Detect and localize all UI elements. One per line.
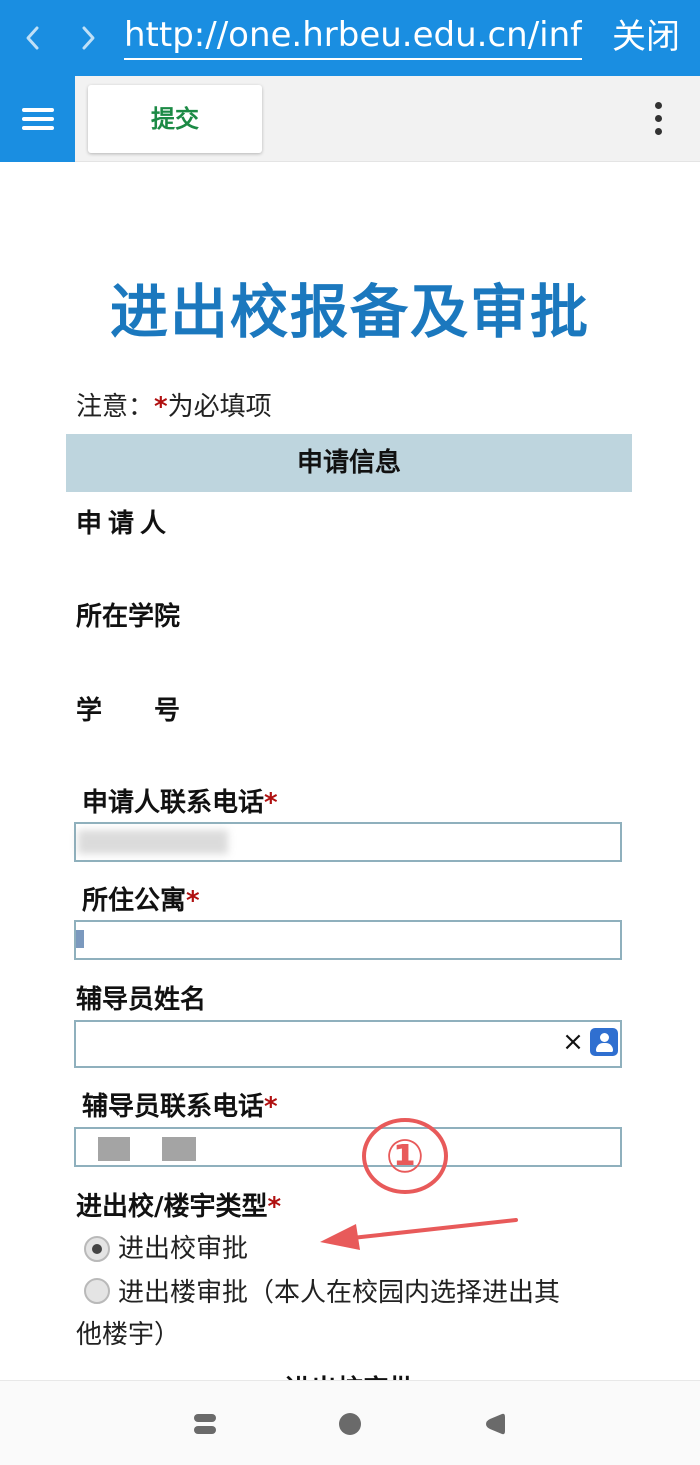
- redacted-text: [76, 930, 84, 948]
- close-button[interactable]: 关闭: [606, 10, 686, 64]
- form-toolbar: 提交: [0, 76, 700, 162]
- required-star: *: [264, 788, 278, 818]
- notice-prefix: 注意：: [76, 392, 155, 422]
- label-counselor-phone-text: 辅导员联系电话: [82, 1092, 265, 1122]
- option-building-entry-label-cont[interactable]: 他楼宇）: [76, 1314, 180, 1356]
- label-applicant-phone-text: 申请人联系电话: [82, 788, 265, 818]
- counselor-phone-field[interactable]: [74, 1127, 622, 1167]
- label-applicant-phone: 申请人联系电话*: [82, 786, 278, 820]
- forward-icon[interactable]: [73, 18, 103, 58]
- label-apartment-text: 所住公寓: [82, 886, 187, 916]
- system-nav-bar: [0, 1380, 700, 1465]
- label-entry-type-text: 进出校/楼宇类型: [76, 1192, 268, 1222]
- redacted-text: [98, 1137, 130, 1161]
- option-campus-entry-label[interactable]: 进出校审批: [118, 1228, 248, 1270]
- home-icon[interactable]: [339, 1413, 361, 1435]
- more-vertical-icon[interactable]: [640, 96, 676, 142]
- radio-building-entry[interactable]: [84, 1278, 110, 1304]
- label-counselor-name: 辅导员姓名: [76, 985, 207, 1015]
- label-college: 所在学院: [76, 602, 181, 632]
- redacted-text: [78, 830, 228, 854]
- label-apartment: 所住公寓*: [82, 884, 200, 918]
- hamburger-menu-icon[interactable]: [0, 76, 75, 162]
- url-address[interactable]: http://one.hrbeu.edu.cn/infoplus: [124, 10, 582, 60]
- submit-button[interactable]: 提交: [88, 85, 262, 153]
- redacted-text: [162, 1137, 196, 1161]
- required-star: *: [264, 1092, 278, 1122]
- recent-apps-icon[interactable]: [194, 1413, 216, 1435]
- annotation-arrow-icon: [320, 1218, 518, 1250]
- label-student-id: 学 号: [76, 696, 181, 726]
- required-star: *: [186, 886, 200, 916]
- notice-suffix: 为必填项: [167, 392, 272, 422]
- page-title: 进出校报备及审批: [109, 278, 590, 346]
- section-header-application-info: 申请信息: [66, 434, 632, 492]
- radio-campus-entry[interactable]: [84, 1236, 110, 1262]
- back-icon[interactable]: [18, 18, 48, 58]
- option-building-entry-label[interactable]: 进出楼审批（本人在校园内选择进出其: [118, 1272, 618, 1314]
- system-back-icon[interactable]: [484, 1413, 506, 1435]
- label-entry-type: 进出校/楼宇类型*: [76, 1190, 281, 1224]
- contact-picker-icon[interactable]: [590, 1028, 618, 1056]
- label-applicant: 申请人: [76, 509, 173, 539]
- applicant-phone-field[interactable]: [74, 822, 622, 862]
- label-counselor-phone: 辅导员联系电话*: [82, 1090, 278, 1124]
- required-notice: 注意：*为必填项: [76, 390, 272, 424]
- clear-icon[interactable]: ×: [562, 1025, 584, 1059]
- required-star: *: [267, 1192, 282, 1222]
- annotation-step-number: ①: [362, 1118, 448, 1194]
- browser-top-bar: http://one.hrbeu.edu.cn/infoplus 关闭: [0, 0, 700, 76]
- apartment-field[interactable]: [74, 920, 622, 960]
- counselor-name-field[interactable]: [74, 1020, 622, 1068]
- required-star: *: [154, 392, 168, 422]
